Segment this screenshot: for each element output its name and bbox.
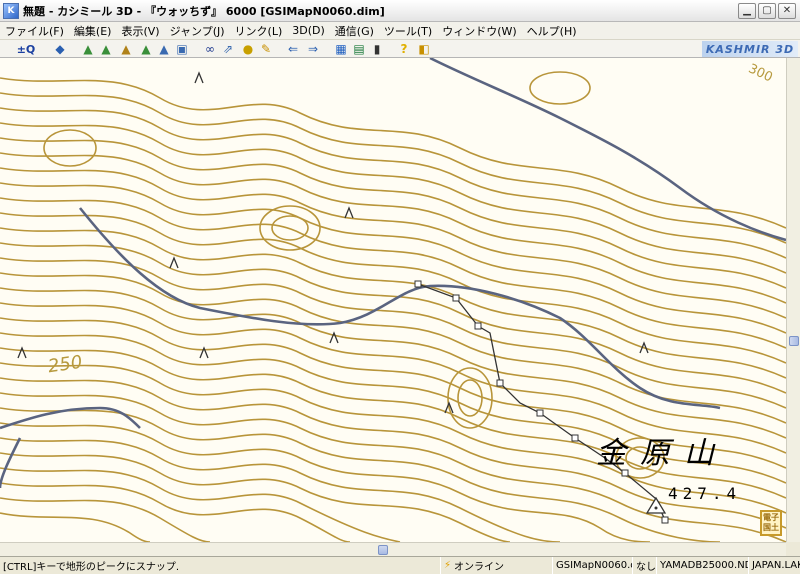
scroll-corner xyxy=(786,542,800,556)
road-lines xyxy=(0,58,786,489)
exit-icon[interactable]: ◧ xyxy=(416,41,432,57)
status-online[interactable]: ⚡ オンライン xyxy=(440,557,552,574)
status-file: GSIMapN0060.dim xyxy=(552,557,632,574)
menu-jump[interactable]: ジャンプ(J) xyxy=(165,23,230,39)
elevation-label: 427.4 xyxy=(668,484,742,503)
kashmir-brand-logo: KASHMIR 3D xyxy=(702,41,798,57)
window-title: 無題 - カシミール 3D - 『ウォッちず』 6000 [GSIMapN006… xyxy=(23,4,385,18)
terrain-view-icon[interactable]: ▣ xyxy=(174,41,190,57)
status-bar: [CTRL]キーで地形のピークにスナップ. ⚡ オンライン GSIMapN006… xyxy=(0,556,800,574)
menu-communication[interactable]: 通信(G) xyxy=(330,23,379,39)
forward-arrow-icon[interactable]: ⇒ xyxy=(305,41,321,57)
status-lake: JAPAN.LAK xyxy=(748,557,800,574)
print-icon[interactable]: ▲ xyxy=(118,41,134,57)
save-icon[interactable]: ▮ xyxy=(369,41,385,57)
menu-bar: ファイル(F) 編集(E) 表示(V) ジャンプ(J) リンク(L) 3D(D)… xyxy=(0,22,800,40)
terrain-view-icon[interactable]: ▲ xyxy=(138,41,154,57)
menu-window[interactable]: ウィンドウ(W) xyxy=(437,23,521,39)
maximize-button[interactable]: ▢ xyxy=(758,2,776,19)
gps-coordinate-icon[interactable]: ±Q xyxy=(17,41,36,57)
grid-icon[interactable]: ▤ xyxy=(351,41,367,57)
menu-edit[interactable]: 編集(E) xyxy=(69,23,117,39)
mountain-name-label: 金原山 xyxy=(596,436,728,471)
menu-file[interactable]: ファイル(F) xyxy=(0,23,69,39)
menu-3d[interactable]: 3D(D) xyxy=(287,24,330,37)
back-arrow-icon[interactable]: ⇐ xyxy=(285,41,301,57)
menu-help[interactable]: ヘルプ(H) xyxy=(522,23,582,39)
binoculars-icon[interactable]: ∞ xyxy=(202,41,218,57)
vertical-scroll-thumb[interactable] xyxy=(789,336,799,346)
pencil-icon[interactable]: ✎ xyxy=(258,41,274,57)
minimize-button[interactable]: ▁ xyxy=(738,2,756,19)
lightning-icon: ⚡ xyxy=(444,560,452,571)
terrain-view-icon[interactable]: ▲ xyxy=(98,41,114,57)
peak-markers xyxy=(17,71,649,414)
help-icon[interactable]: ? xyxy=(396,41,412,57)
menu-view[interactable]: 表示(V) xyxy=(116,23,164,39)
vertical-scrollbar[interactable] xyxy=(786,58,800,542)
status-hint: [CTRL]キーで地形のピークにスナップ. xyxy=(3,562,179,573)
terrain-view-icon[interactable]: ▲ xyxy=(80,41,96,57)
status-db: YAMADB25000.NDB xyxy=(656,557,748,574)
seal-text-bottom: 国土 xyxy=(763,523,779,532)
marker-icon[interactable]: ◆ xyxy=(52,41,68,57)
horizontal-scrollbar[interactable] xyxy=(0,542,786,556)
close-button[interactable]: ✕ xyxy=(778,2,796,19)
terrain-view-icon[interactable]: ▲ xyxy=(156,41,172,57)
menu-tools[interactable]: ツール(T) xyxy=(379,23,437,39)
status-online-label: オンライン xyxy=(454,562,505,573)
route-icon[interactable]: ⇗ xyxy=(220,41,236,57)
waypoint-icon[interactable]: ● xyxy=(240,41,256,57)
horizontal-scroll-thumb[interactable] xyxy=(378,545,388,555)
map-seal-icon: 電子 国土 xyxy=(760,510,782,536)
title-bar: K 無題 - カシミール 3D - 『ウォッちず』 6000 [GSIMapN0… xyxy=(0,0,800,22)
status-flag: なし xyxy=(632,557,656,574)
menu-link[interactable]: リンク(L) xyxy=(230,23,288,39)
kashmir-app-icon[interactable]: K xyxy=(3,2,19,19)
gps-device-icon[interactable]: ▦ xyxy=(333,41,349,57)
topographic-map[interactable]: 金原山 427.4 250 300 電子 国土 xyxy=(0,58,786,542)
toolbar: ±Q ◆ ▲ ▲ ▲ ▲ ▲ ▣ ∞ ⇗ ● ✎ ⇐ ⇒ ▦ ▤ ▮ ? ◧ K… xyxy=(0,40,800,58)
seal-text-top: 電子 xyxy=(763,513,779,522)
